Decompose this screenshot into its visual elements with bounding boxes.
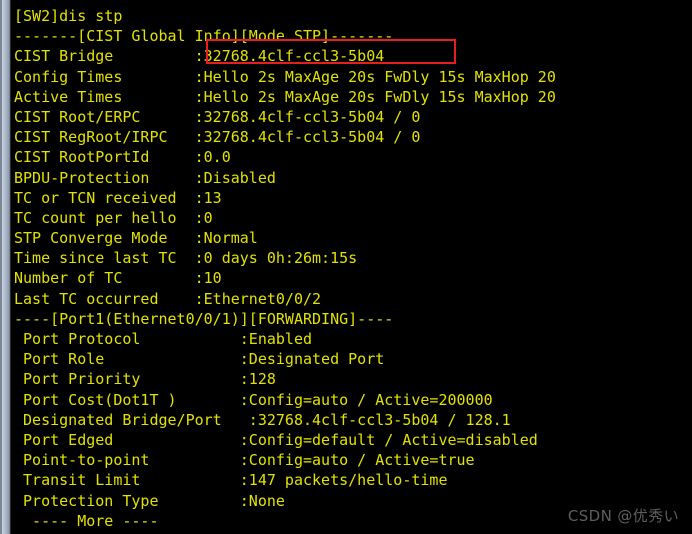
console-line: TC count per hello :0 xyxy=(14,208,213,227)
console-line: Port Protocol :Enabled xyxy=(14,330,313,348)
console-line: Point-to-point :Config=auto / Active=tru… xyxy=(14,451,475,470)
csdn-watermark: CSDN @优秀い xyxy=(567,507,679,525)
terminal-window: [SW2]dis stp -------[CIST Global Info][M… xyxy=(0,0,692,534)
console-line: STP Converge Mode :Normal xyxy=(14,229,258,248)
console-line: [SW2]dis stp xyxy=(14,7,123,25)
console-line: Transit Limit :147 packets/hello-time xyxy=(14,471,448,490)
console-line: BPDU-Protection :Disabled xyxy=(14,168,276,187)
console-line: Time since last TC :0 days 0h:26m:15s xyxy=(14,249,358,268)
console-line: Port Role :Designated Port xyxy=(14,350,385,369)
console-line: Port Edged :Config=default / Active=disa… xyxy=(14,430,538,449)
scrollbar-thumb[interactable] xyxy=(2,0,9,534)
console-line: Number of TC :10 xyxy=(14,269,222,288)
console-line: ----[Port1(Ethernet0/0/1)][FORWARDING]--… xyxy=(14,309,394,328)
console-output[interactable]: [SW2]dis stp -------[CIST Global Info][M… xyxy=(11,0,692,534)
console-line: Designated Bridge/Port :32768.4clf-ccl3-… xyxy=(14,410,511,429)
console-line: Port Cost(Dot1T ) :Config=auto / Active=… xyxy=(14,390,493,409)
console-line: TC or TCN received :13 xyxy=(14,188,222,207)
console-line: Port Priority :128 xyxy=(14,370,276,389)
console-line: Config Times :Hello 2s MaxAge 20s FwDly … xyxy=(14,67,556,86)
vertical-scrollbar[interactable] xyxy=(0,0,11,534)
console-line: CIST Root/ERPC :32768.4clf-ccl3-5b04 / 0 xyxy=(14,107,421,126)
console-line: Active Times :Hello 2s MaxAge 20s FwDly … xyxy=(14,87,556,106)
console-line: CIST Bridge :32768.4clf-ccl3-5b04 xyxy=(14,47,385,66)
console-line: CIST RegRoot/IRPC :32768.4clf-ccl3-5b04 … xyxy=(14,128,421,147)
console-line: -------[CIST Global Info][Mode STP]-----… xyxy=(14,27,394,46)
console-line: Last TC occurred :Ethernet0/0/2 xyxy=(14,289,322,308)
console-line: CIST RootPortId :0.0 xyxy=(14,148,231,167)
